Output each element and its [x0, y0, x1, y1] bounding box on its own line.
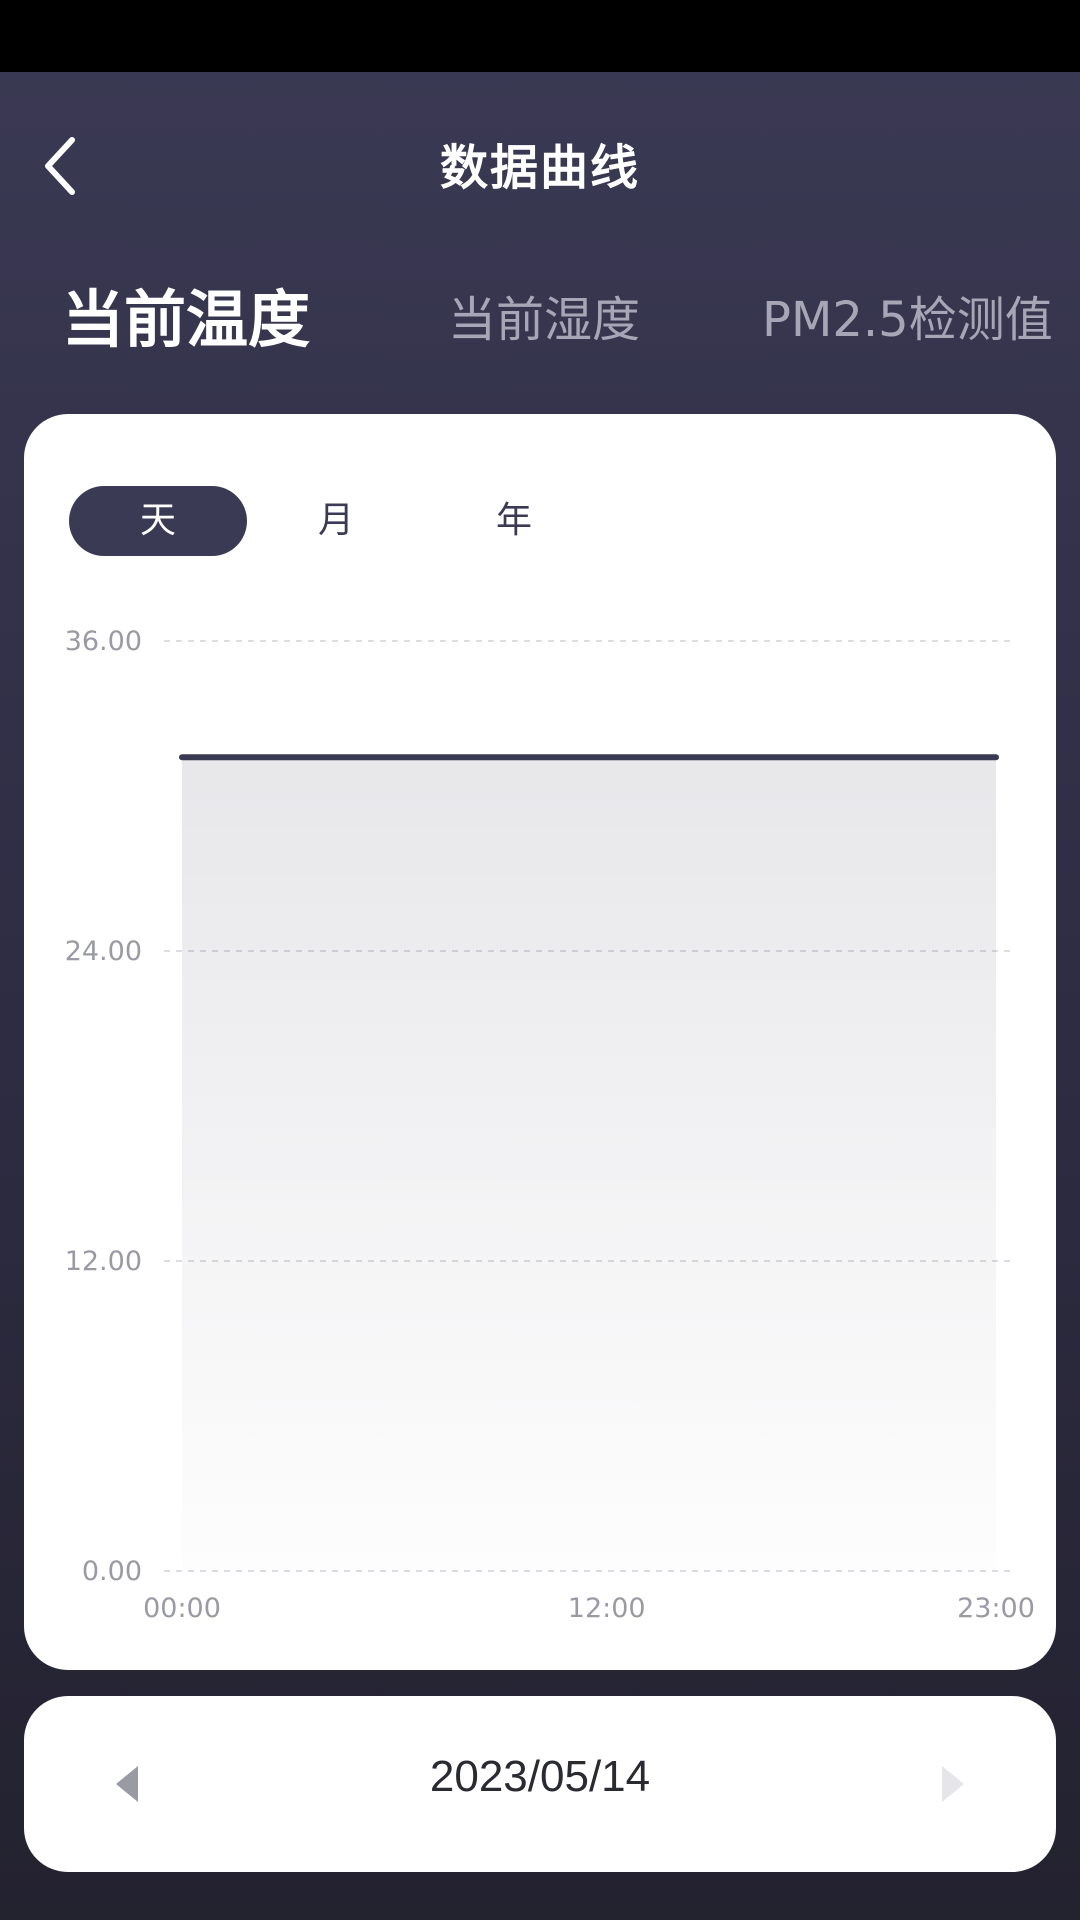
y-tick-label: 12.00 — [65, 1246, 142, 1277]
header: 数据曲线 — [0, 72, 1080, 242]
tab-current-humidity[interactable]: 当前湿度 — [448, 270, 640, 370]
chart-card: 天 月 年 36.00 24.00 12.00 0.00 00:00 12:00 23:0… — [24, 414, 1056, 1670]
date-selector: 2023/05/14 — [24, 1696, 1056, 1872]
next-date-button[interactable] — [926, 1754, 986, 1814]
y-tick-label: 24.00 — [65, 936, 142, 967]
tab-current-temperature[interactable]: 当前温度 — [62, 270, 310, 370]
temperature-area — [182, 757, 996, 1571]
tab-pm25[interactable]: PM2.5检测值 — [762, 270, 1053, 370]
x-tick-label: 12:00 — [568, 1593, 646, 1624]
y-tick-label: 0.00 — [82, 1556, 142, 1587]
temperature-chart: 36.00 24.00 12.00 0.00 00:00 12:00 23:00 — [65, 626, 1035, 1624]
page-title: 数据曲线 — [439, 140, 640, 196]
triangle-right-icon — [942, 1766, 964, 1802]
x-tick-label: 00:00 — [143, 1593, 221, 1624]
current-date: 2023/05/14 — [429, 1752, 651, 1801]
y-tick-label: 36.00 — [65, 626, 142, 657]
metric-tabs: 当前温度 当前湿度 PM2.5检测值 — [0, 270, 1080, 370]
status-bar — [0, 0, 1080, 72]
x-tick-label: 23:00 — [957, 1593, 1035, 1624]
